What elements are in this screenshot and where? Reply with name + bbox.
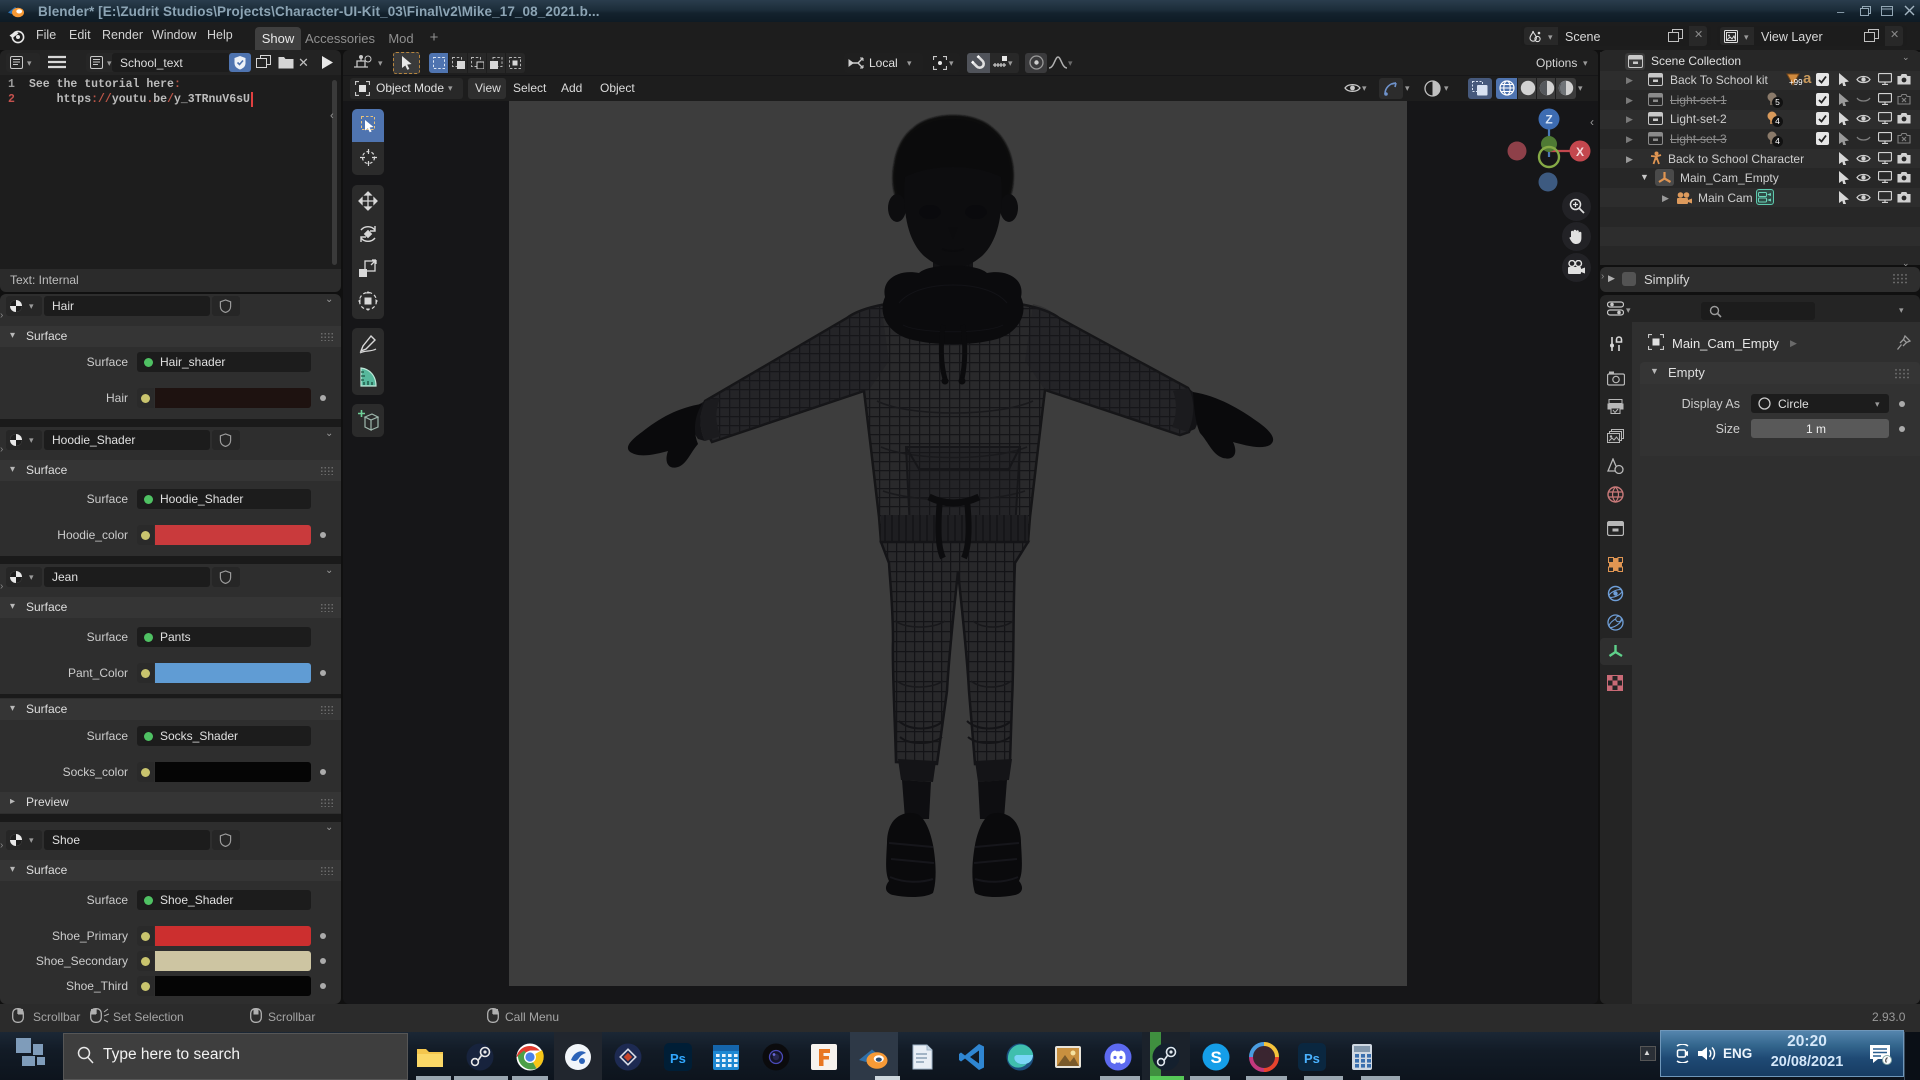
svg-text:S: S [1211, 1048, 1222, 1067]
svg-text:Ps: Ps [670, 1051, 686, 1066]
svg-text:X: X [1576, 145, 1584, 159]
svg-text:Ps: Ps [1304, 1051, 1320, 1066]
svg-text:Z: Z [1545, 113, 1552, 127]
